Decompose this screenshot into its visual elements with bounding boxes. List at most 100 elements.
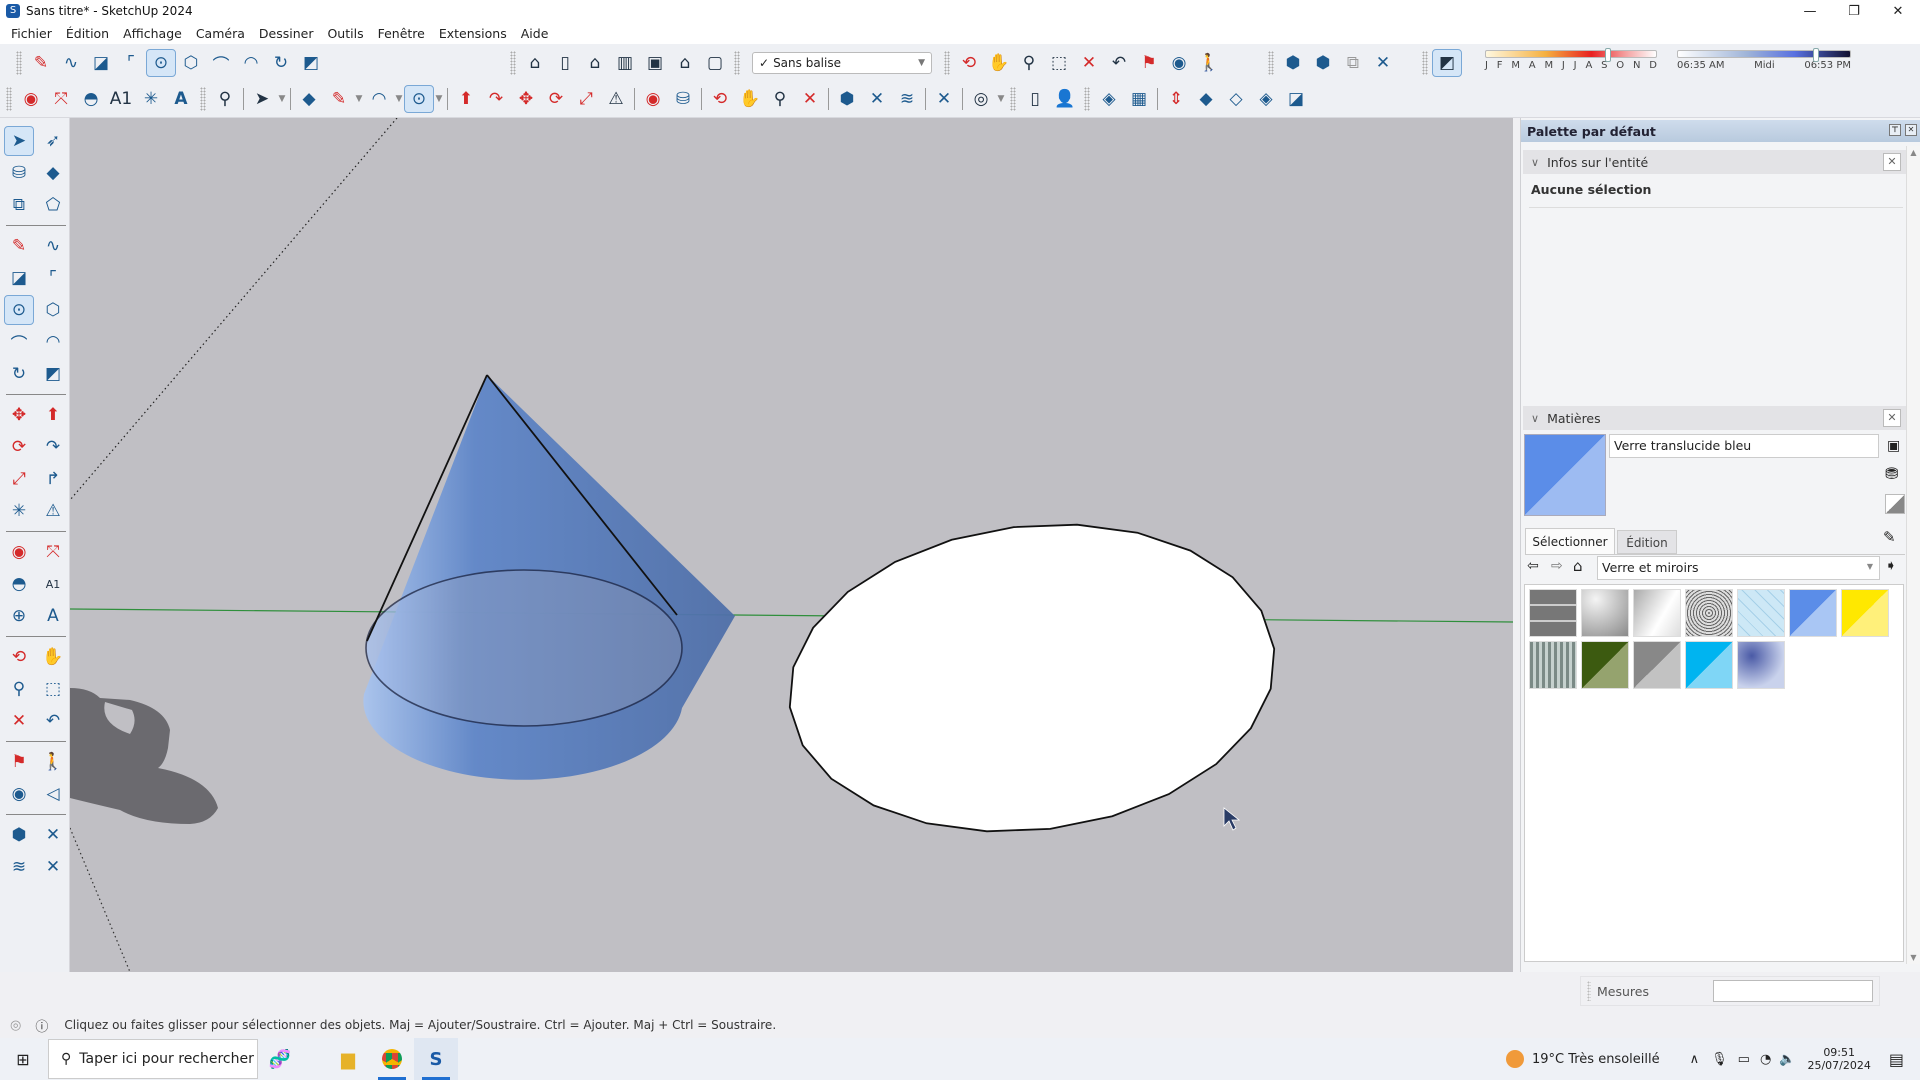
bottom-view-icon[interactable]: ▢ — [700, 49, 730, 77]
shadows-icon[interactable]: ◩ — [1432, 49, 1462, 77]
new-file-icon[interactable]: ▯ — [1020, 85, 1050, 113]
battery-icon[interactable]: ▭ — [1738, 1052, 1750, 1067]
taskbar-search[interactable]: ⚲ Taper ici pour rechercher — [48, 1039, 258, 1079]
toolbar-grip[interactable] — [1422, 51, 1428, 75]
scroll-down-icon[interactable]: ▼ — [1907, 953, 1920, 962]
cone[interactable] — [363, 374, 735, 780]
month-slider-thumb[interactable] — [1605, 48, 1612, 62]
back-arrow-icon[interactable]: ⇦ — [1527, 558, 1539, 574]
material-swatch[interactable] — [1529, 589, 1577, 637]
menu-aide[interactable]: Aide — [514, 26, 556, 41]
zoom-window-icon[interactable]: ⬚ — [38, 674, 68, 704]
material-name-field[interactable]: Verre translucide bleu — [1609, 434, 1879, 458]
menu-outils[interactable]: Outils — [320, 26, 370, 41]
user-account-icon[interactable]: ◎ — [966, 85, 996, 113]
flip-edge-icon[interactable]: ◪ — [1281, 85, 1311, 113]
eyedropper-icon[interactable]: ✎ — [1883, 528, 1896, 546]
sandbox-from-scratch-icon[interactable]: ▦ — [1124, 85, 1154, 113]
toolbar-grip[interactable] — [944, 51, 950, 75]
material-swatch[interactable] — [1685, 589, 1733, 637]
layer-output-icon[interactable]: ≋ — [4, 852, 34, 882]
pencil-line-icon[interactable]: ✎ — [26, 49, 56, 77]
rotate-icon[interactable]: ⟳ — [4, 432, 34, 462]
orbit-icon[interactable]: ⟲ — [4, 642, 34, 672]
section-view-icon[interactable]: ◁ — [38, 779, 68, 809]
shadow-time-slider[interactable]: 06:35 AM Midi 06:53 PM — [1677, 48, 1851, 71]
entity-info-header[interactable]: ∨ Infos sur l'entité ✕ — [1523, 150, 1907, 174]
close-icon[interactable]: ✕ — [1883, 409, 1901, 427]
eraser-icon[interactable]: ◆ — [294, 85, 324, 113]
dimension-icon[interactable]: ⤧ — [38, 537, 68, 567]
polygon-icon[interactable]: ⬡ — [176, 49, 206, 77]
walk-icon[interactable]: 🚶 — [38, 747, 68, 777]
model-viewport[interactable] — [70, 118, 1513, 972]
menu-dessiner[interactable]: Dessiner — [252, 26, 321, 41]
rotated-rectangle-icon[interactable]: ⌜ — [116, 49, 146, 77]
3d-warehouse-upload-icon[interactable]: ⬢ — [1308, 49, 1338, 77]
zoom-icon[interactable]: ⚲ — [1014, 49, 1044, 77]
time-slider-thumb[interactable] — [1812, 48, 1819, 62]
material-swatch[interactable] — [1737, 641, 1785, 689]
zoom-extents-icon[interactable]: ✕ — [1074, 49, 1104, 77]
toolbar-grip[interactable] — [1010, 87, 1016, 111]
scale-icon[interactable]: ⤢ — [571, 85, 601, 113]
chevron-down-icon[interactable]: ▼ — [354, 94, 364, 104]
axes-icon[interactable]: ✳ — [4, 496, 34, 526]
warehouse-icon[interactable]: ⬢ — [832, 85, 862, 113]
chevron-down-icon[interactable]: ▼ — [277, 94, 287, 104]
add-detail-icon[interactable]: ◈ — [1251, 85, 1281, 113]
freehand-icon[interactable]: ∿ — [38, 231, 68, 261]
2-point-arc-icon[interactable]: ◠ — [236, 49, 266, 77]
weather-icon[interactable] — [1505, 1050, 1524, 1068]
component-icon[interactable]: ⧉ — [4, 190, 34, 220]
follow-me-icon[interactable]: ↷ — [481, 85, 511, 113]
menu-fichier[interactable]: Fichier — [4, 26, 59, 41]
home-icon[interactable]: ⌂ — [1573, 557, 1583, 575]
back-view-icon[interactable]: ▣ — [640, 49, 670, 77]
cone-base[interactable] — [365, 569, 683, 727]
eraser-icon[interactable]: ◆ — [38, 158, 68, 188]
smoove-icon[interactable]: ⇕ — [1161, 85, 1191, 113]
material-swatch[interactable] — [1529, 641, 1577, 689]
toolbar-grip[interactable] — [1268, 51, 1274, 75]
wifi-icon[interactable]: ◔ — [1760, 1052, 1771, 1067]
materials-header[interactable]: ∨ Matières ✕ — [1523, 406, 1907, 430]
select-icon[interactable]: ➤ — [247, 85, 277, 113]
move-icon[interactable]: ✥ — [4, 400, 34, 430]
sandbox-from-contours-icon[interactable]: ◈ — [1094, 85, 1124, 113]
material-swatch[interactable] — [1737, 589, 1785, 637]
offset-icon[interactable]: ↱ — [38, 464, 68, 494]
right-view-icon[interactable]: ▥ — [610, 49, 640, 77]
pencil-line-icon[interactable]: ✎ — [324, 85, 354, 113]
text-icon[interactable]: A1 — [38, 569, 68, 599]
menu-affichage[interactable]: Affichage — [116, 26, 189, 41]
material-swatch[interactable] — [1633, 589, 1681, 637]
top-view-icon[interactable]: ▯ — [550, 49, 580, 77]
measurements-input[interactable] — [1713, 980, 1873, 1002]
paint-bucket-icon[interactable]: ⛁ — [668, 85, 698, 113]
toolbar-grip[interactable] — [734, 51, 740, 75]
search-highlight-icon[interactable]: 🧬 — [258, 1038, 302, 1080]
circle-face[interactable] — [788, 523, 1276, 833]
orbit-icon[interactable]: ⟲ — [954, 49, 984, 77]
move-icon[interactable]: ✥ — [511, 85, 541, 113]
axes-icon[interactable]: ✳ — [136, 85, 166, 113]
trimble-icon[interactable]: ✕ — [862, 85, 892, 113]
rotated-rectangle-icon[interactable]: ⌜ — [38, 263, 68, 293]
material-swatch[interactable] — [1581, 589, 1629, 637]
rotate-icon[interactable]: ⟳ — [541, 85, 571, 113]
trimble-connect-icon[interactable]: ✕ — [38, 820, 68, 850]
scroll-up-icon[interactable]: ▲ — [1907, 148, 1920, 157]
toolbar-grip[interactable] — [16, 51, 22, 75]
menu-camera[interactable]: Caméra — [189, 26, 252, 41]
add-user-icon[interactable]: 👤 — [1050, 85, 1080, 113]
position-camera-icon[interactable]: ⚑ — [1134, 49, 1164, 77]
layers-icon[interactable]: ≋ — [892, 85, 922, 113]
zoom-extents-icon[interactable]: ✕ — [795, 85, 825, 113]
3d-text-icon[interactable]: A — [166, 85, 196, 113]
drape-icon[interactable]: ◇ — [1221, 85, 1251, 113]
look-around-icon[interactable]: ◉ — [1164, 49, 1194, 77]
add-to-model-icon[interactable]: ⛃ — [1885, 464, 1898, 483]
tab-selectionner[interactable]: Sélectionner — [1525, 528, 1615, 554]
zoom-extents-icon[interactable]: ✕ — [4, 706, 34, 736]
